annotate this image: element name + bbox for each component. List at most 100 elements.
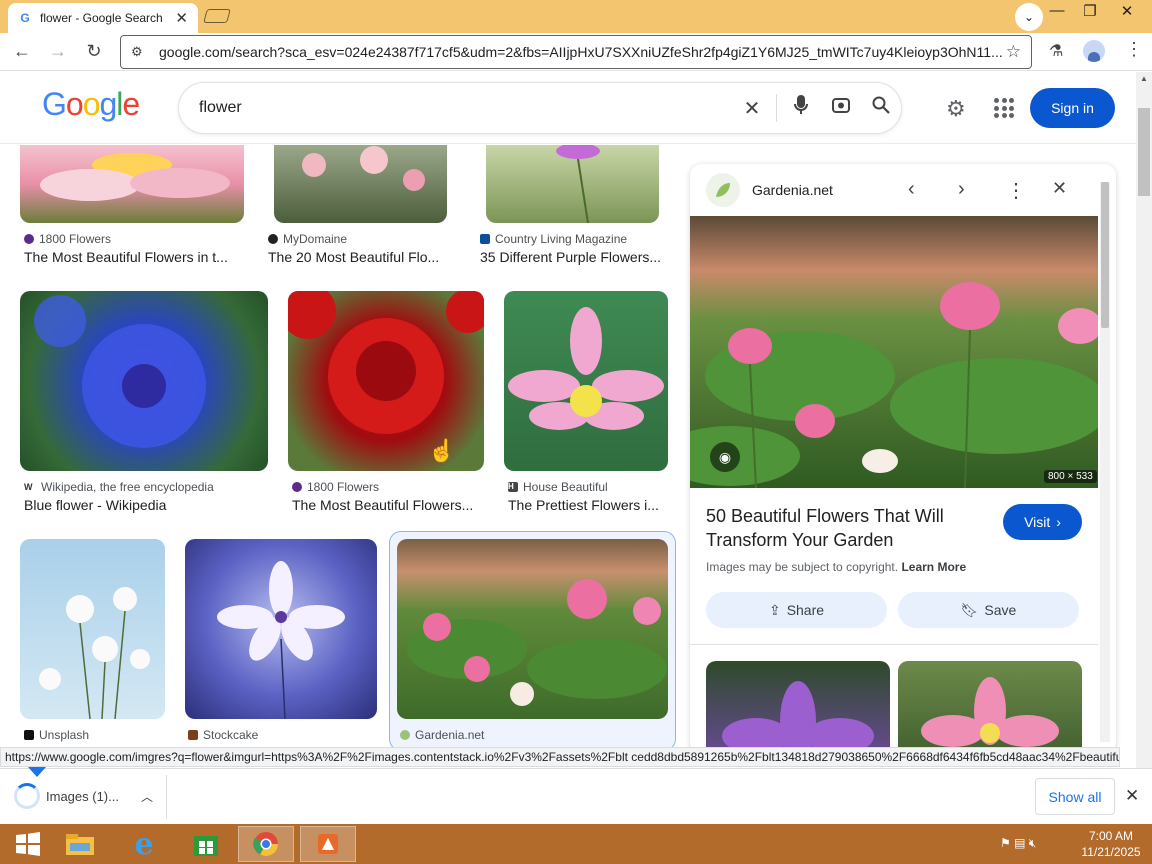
address-bar[interactable]: ⚙ google.com/search?sca_esv=024e24387f71…: [120, 35, 1032, 69]
result-image[interactable]: [274, 145, 447, 223]
result-title[interactable]: The Most Beautiful Flowers in t...: [24, 249, 244, 265]
share-button[interactable]: ⇪ Share: [706, 592, 887, 628]
result-image[interactable]: [20, 539, 165, 719]
system-tray-icons[interactable]: ⚑ ▤ 🔇︎: [1000, 836, 1036, 851]
source-favicon-icon: [292, 482, 302, 492]
taskbar-clock[interactable]: 7:00 AM 11/21/2025: [1076, 828, 1146, 860]
download-item[interactable]: Images (1)... ︿: [14, 783, 153, 809]
scroll-up-icon[interactable]: ▲: [1140, 74, 1148, 83]
result-title[interactable]: Blue flower - Wikipedia: [24, 497, 268, 513]
internet-explorer-icon[interactable]: e: [116, 826, 172, 862]
result-source: MyDomaine: [268, 232, 347, 246]
tab-close-icon[interactable]: ✕: [175, 9, 188, 27]
mouse-pointer-icon: ☝: [428, 438, 456, 463]
search-box[interactable]: flower ✕: [178, 82, 902, 134]
source-favicon-icon: [480, 234, 490, 244]
panel-site-name[interactable]: Gardenia.net: [752, 182, 833, 198]
bookmark-icon: 🔖︎: [960, 601, 979, 618]
result-title[interactable]: 35 Different Purple Flowers...: [480, 249, 668, 265]
result-title[interactable]: The 20 Most Beautiful Flo...: [268, 249, 448, 265]
store-icon[interactable]: [178, 826, 234, 862]
status-bar-url: https://www.google.com/imgres?q=flower&i…: [0, 747, 1120, 767]
window-close-icon[interactable]: ✕: [1112, 2, 1142, 20]
new-tab-button[interactable]: [203, 9, 231, 23]
source-favicon-icon: H: [508, 482, 518, 492]
show-all-downloads-button[interactable]: Show all: [1035, 778, 1115, 815]
source-favicon-icon: W: [24, 482, 36, 492]
result-image[interactable]: [20, 291, 268, 471]
download-bar: Images (1)... ︿ Show all ✕: [0, 767, 1152, 824]
search-divider: [776, 94, 777, 122]
page-scrollbar[interactable]: ▲: [1136, 72, 1152, 768]
chevron-right-icon: ›: [1056, 514, 1061, 530]
preview-image[interactable]: [690, 216, 1110, 489]
result-title[interactable]: The Prettiest Flowers i...: [508, 497, 668, 513]
panel-title[interactable]: 50 Beautiful Flowers That Will Transform…: [706, 504, 976, 552]
search-input[interactable]: flower: [199, 99, 732, 117]
site-favicon-icon: [706, 173, 740, 207]
labs-flask-icon[interactable]: ⚗: [1049, 41, 1063, 61]
related-image[interactable]: [898, 661, 1082, 754]
forward-icon[interactable]: →: [46, 41, 70, 62]
scrollbar-thumb[interactable]: [1138, 108, 1150, 196]
tab-search-dropdown-icon[interactable]: ⌄: [1015, 3, 1043, 31]
image-search-lens-icon[interactable]: [821, 95, 861, 121]
reload-icon[interactable]: ↻: [82, 41, 106, 62]
tab-title: flower - Google Search: [40, 11, 163, 25]
download-progress-icon: [14, 783, 40, 809]
restore-icon[interactable]: ❐: [1075, 2, 1105, 20]
bookmark-star-icon[interactable]: ☆: [1006, 42, 1021, 62]
more-options-icon[interactable]: ⋮: [1006, 178, 1026, 203]
result-source: Gardenia.net: [400, 728, 484, 742]
result-source: 1800 Flowers: [292, 480, 379, 494]
previous-result-icon[interactable]: ‹: [908, 178, 915, 201]
source-favicon-icon: [24, 730, 34, 740]
windows-taskbar: e ⚑ ▤ 🔇︎ 7:00 AM 11/21/2025: [0, 824, 1152, 864]
settings-gear-icon[interactable]: ⚙: [946, 96, 966, 122]
result-title[interactable]: The Most Beautiful Flowers...: [292, 497, 484, 513]
close-download-bar-icon[interactable]: ✕: [1125, 786, 1139, 806]
file-explorer-icon[interactable]: [52, 826, 108, 862]
result-source: Stockcake: [188, 728, 258, 742]
save-button[interactable]: 🔖︎ Save: [898, 592, 1079, 628]
result-image[interactable]: [504, 291, 668, 471]
panel-divider: [690, 644, 1098, 645]
result-source: H House Beautiful: [508, 480, 608, 494]
minimize-icon[interactable]: —: [1042, 2, 1072, 19]
learn-more-link[interactable]: Learn More: [901, 560, 966, 574]
app-taskbar-icon[interactable]: [300, 826, 356, 862]
result-source: W Wikipedia, the free encyclopedia: [24, 480, 214, 494]
visual-search-lens-icon[interactable]: ◉: [710, 442, 740, 472]
visit-button[interactable]: Visit ›: [1003, 504, 1082, 540]
panel-scrollbar[interactable]: [1100, 182, 1110, 742]
windows-start-icon[interactable]: [0, 826, 56, 862]
close-panel-icon[interactable]: ✕: [1052, 178, 1067, 199]
image-dimensions: 800 × 533: [1044, 470, 1097, 483]
browser-titlebar: G flower - Google Search ✕ ⌄ — ❐ ✕: [0, 0, 1152, 33]
voice-search-icon[interactable]: [781, 95, 821, 121]
result-image[interactable]: [185, 539, 377, 719]
source-favicon-icon: [188, 730, 198, 740]
google-logo[interactable]: Google: [42, 86, 140, 123]
result-image[interactable]: [397, 539, 668, 719]
result-image[interactable]: [486, 145, 659, 223]
result-image[interactable]: [20, 145, 244, 223]
image-preview-panel: Gardenia.net ‹ › ⋮ ✕ ◉ 800 × 533 50 Beau…: [690, 164, 1116, 754]
profile-avatar[interactable]: [1083, 40, 1105, 62]
clock-time: 7:00 AM: [1088, 829, 1134, 843]
site-info-icon[interactable]: ⚙: [131, 44, 149, 60]
copyright-notice: Images may be subject to copyright. Lear…: [706, 560, 967, 574]
browser-tab[interactable]: G flower - Google Search ✕: [8, 3, 198, 33]
chrome-taskbar-icon[interactable]: [238, 826, 294, 862]
next-result-icon[interactable]: ›: [958, 178, 965, 201]
clear-search-icon[interactable]: ✕: [732, 96, 772, 121]
search-icon[interactable]: [861, 96, 901, 120]
chevron-up-icon[interactable]: ︿: [141, 788, 153, 805]
browser-toolbar: ← → ↻ ⚙ google.com/search?sca_esv=024e24…: [0, 33, 1152, 71]
menu-kebab-icon[interactable]: ⋮: [1125, 39, 1143, 60]
back-icon[interactable]: ←: [10, 41, 34, 62]
related-image[interactable]: [706, 661, 890, 754]
sign-in-button[interactable]: Sign in: [1030, 88, 1115, 128]
google-apps-icon[interactable]: [994, 98, 1014, 118]
result-source: 1800 Flowers: [24, 232, 111, 246]
